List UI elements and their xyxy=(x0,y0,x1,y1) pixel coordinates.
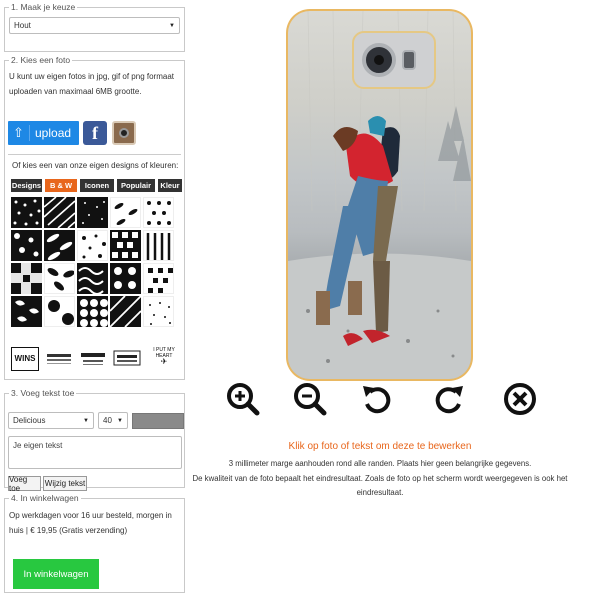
add-to-cart-button[interactable]: In winkelwagen xyxy=(13,559,99,589)
brand-design-3[interactable] xyxy=(79,347,107,371)
design-tile[interactable] xyxy=(110,263,141,294)
font-size-value: 40 xyxy=(103,416,112,425)
design-tile[interactable] xyxy=(143,263,174,294)
design-tile[interactable] xyxy=(143,296,174,327)
tab-bw[interactable]: B & W xyxy=(45,179,77,192)
step4-legend: 4. In winkelwagen xyxy=(11,493,79,503)
chevron-down-icon: ▼ xyxy=(169,22,175,29)
brand-design-heart[interactable]: I PUT MY HEART ✈ xyxy=(147,347,181,371)
delivery-text: Op werkdagen voor 16 uur besteld, morgen… xyxy=(9,511,172,535)
brand-designs: WINS I PUT MY HEART ✈ xyxy=(11,347,181,371)
edit-text-button[interactable]: Wijzig tekst xyxy=(43,476,87,491)
camera-cutout xyxy=(352,31,436,89)
material-value: Hout xyxy=(14,21,31,30)
chevron-down-icon: ▼ xyxy=(83,417,89,424)
instagram-icon[interactable] xyxy=(112,121,136,145)
design-tile[interactable] xyxy=(44,197,75,228)
tab-iconen[interactable]: Iconen xyxy=(80,179,114,192)
quality-note: De kwaliteit van de foto bepaalt het ein… xyxy=(192,474,568,497)
remove-icon[interactable] xyxy=(503,382,537,416)
facebook-icon[interactable]: f xyxy=(83,121,107,145)
font-select[interactable]: Delicious ▼ xyxy=(8,412,94,429)
text-color-swatch[interactable] xyxy=(132,413,184,429)
material-select[interactable]: Hout ▼ xyxy=(9,17,180,34)
tab-populair[interactable]: Populair xyxy=(117,179,155,192)
zoom-out-icon[interactable] xyxy=(293,382,327,416)
design-tile[interactable] xyxy=(44,296,75,327)
design-tile[interactable] xyxy=(77,296,108,327)
font-value: Delicious xyxy=(13,416,46,425)
rotate-right-icon[interactable] xyxy=(432,382,466,416)
chevron-down-icon: ▼ xyxy=(117,417,123,424)
design-tile[interactable] xyxy=(11,263,42,294)
design-tile[interactable] xyxy=(77,263,108,294)
brand-design-2[interactable] xyxy=(45,347,73,371)
rotate-left-icon[interactable] xyxy=(360,382,394,416)
design-tile[interactable] xyxy=(11,230,42,261)
design-tile[interactable] xyxy=(77,230,108,261)
brand-design-4[interactable] xyxy=(113,347,141,371)
font-size-select[interactable]: 40 ▼ xyxy=(98,412,128,429)
camera-lens-icon xyxy=(362,43,396,77)
divider xyxy=(8,154,181,155)
edit-hint: Klik op foto of tekst om deze te bewerke… xyxy=(288,441,472,452)
design-tile[interactable] xyxy=(11,296,42,327)
zoom-in-icon[interactable] xyxy=(226,382,260,416)
design-tile[interactable] xyxy=(143,197,174,228)
facebook-glyph: f xyxy=(92,122,98,143)
design-tile[interactable] xyxy=(11,197,42,228)
margin-note: 3 millimeter marge aanhouden rond alle r… xyxy=(228,459,532,468)
upload-label: upload xyxy=(35,126,72,140)
tab-designs[interactable]: Designs xyxy=(11,179,42,192)
step1-panel: 1. Maak je keuze Hout ▼ xyxy=(4,2,185,52)
phone-case-preview[interactable] xyxy=(286,9,473,381)
design-tile[interactable] xyxy=(110,296,141,327)
step1-legend: 1. Maak je keuze xyxy=(11,2,76,12)
step3-panel: 3. Voeg tekst toe Delicious ▼ 40 ▼ Je ei… xyxy=(4,388,185,493)
airplane-icon: ✈ xyxy=(160,357,168,366)
flash-icon xyxy=(402,50,416,70)
step2-panel: 2. Kies een foto U kunt uw eigen fotos i… xyxy=(4,55,185,380)
text-input[interactable]: Je eigen tekst xyxy=(8,436,182,469)
step3-legend: 3. Voeg tekst toe xyxy=(11,388,75,398)
design-tile[interactable] xyxy=(143,230,174,261)
upload-description: U kunt uw eigen fotos in jpg, gif of png… xyxy=(9,72,174,96)
add-text-button[interactable]: Voeg toe xyxy=(8,475,41,493)
upload-button[interactable]: ⇧ upload xyxy=(8,121,79,145)
design-tile[interactable] xyxy=(44,230,75,261)
brand-design-wins[interactable]: WINS xyxy=(11,347,39,371)
instagram-lens xyxy=(119,128,129,138)
tab-kleur[interactable]: Kleur xyxy=(158,179,182,192)
phone-case-surface xyxy=(288,11,471,379)
category-tabs: Designs B & W Iconen Populair Kleur xyxy=(11,179,182,192)
design-tile[interactable] xyxy=(110,197,141,228)
upload-icon: ⇧ xyxy=(8,125,30,141)
design-tile[interactable] xyxy=(44,263,75,294)
step2-legend: 2. Kies een foto xyxy=(11,55,71,65)
design-tile[interactable] xyxy=(110,230,141,261)
design-grid xyxy=(11,197,174,327)
designs-intro: Of kies een van onze eigen designs of kl… xyxy=(12,161,179,170)
design-tile[interactable] xyxy=(77,197,108,228)
text-input-placeholder: Je eigen tekst xyxy=(13,441,63,450)
step4-panel: 4. In winkelwagen Op werkdagen voor 16 u… xyxy=(4,493,185,593)
